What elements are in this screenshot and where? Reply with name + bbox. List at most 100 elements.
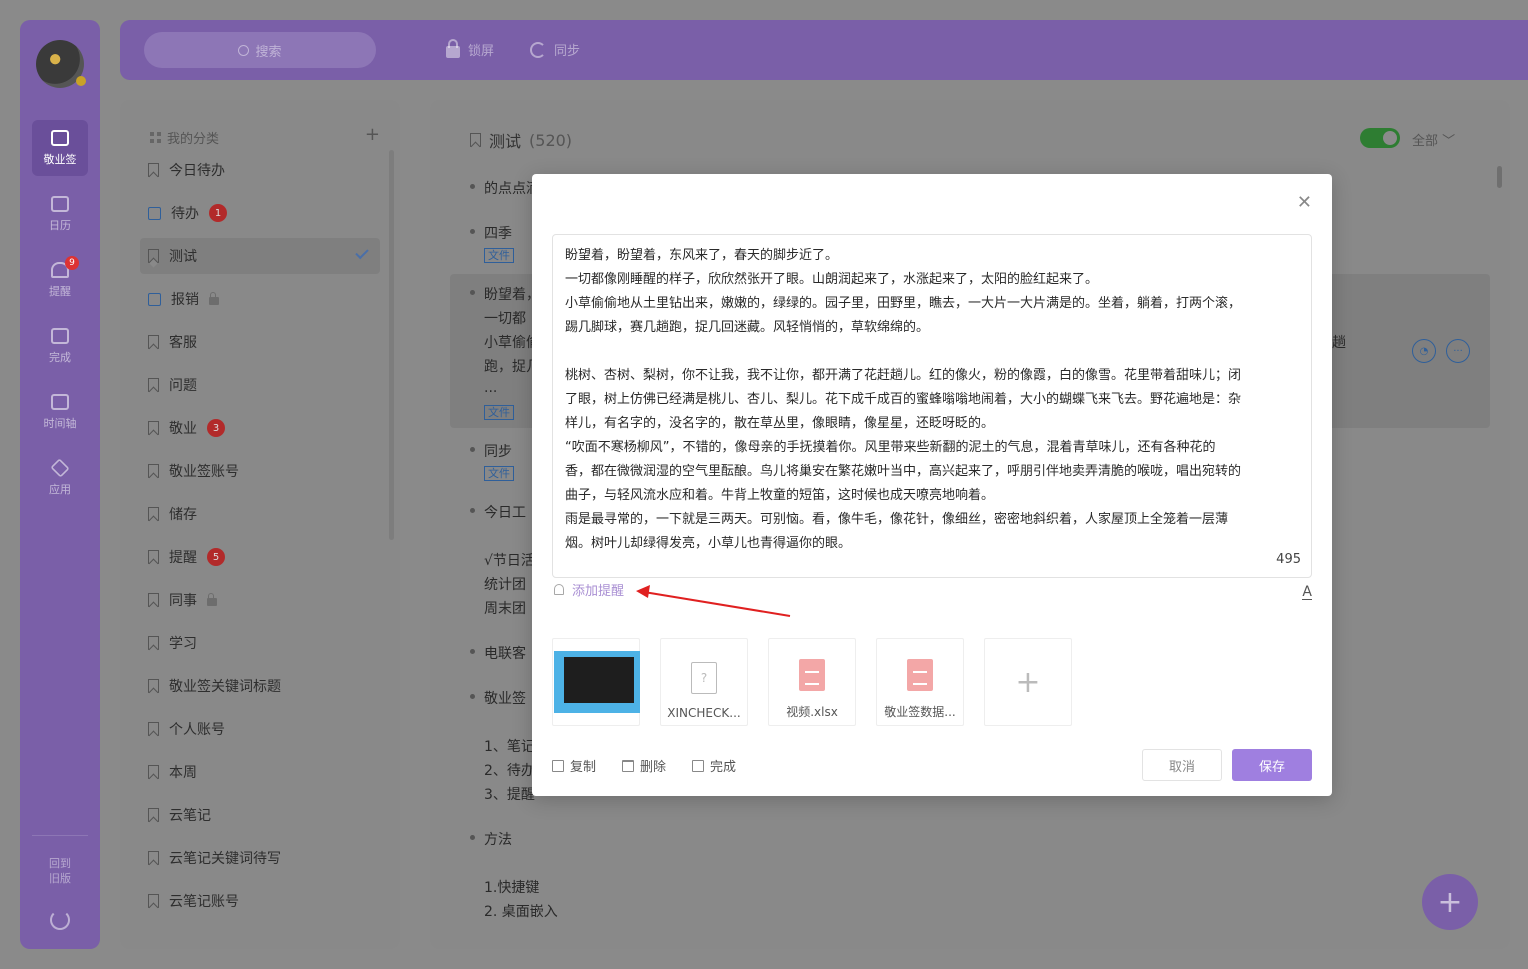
attachment-name: 敬业签数据...	[884, 705, 956, 719]
cancel-button[interactable]: 取消	[1142, 749, 1222, 781]
bookmark-icon	[148, 249, 159, 263]
search-input[interactable]: 搜索	[144, 32, 376, 68]
rail-item-notes[interactable]: 敬业签	[32, 120, 88, 176]
category-item[interactable]: 敬业 3	[140, 410, 380, 446]
bookmark-icon	[148, 765, 159, 779]
show-toggle[interactable]	[1360, 128, 1400, 148]
lock-icon	[209, 292, 219, 305]
image-thumbnail	[554, 651, 640, 713]
editor-line: “吹面不寒杨柳风”，不错的，像母亲的手抚摸着你。风里带来些新翻的泥土的气息，混着…	[565, 440, 1216, 455]
add-attachment-button[interactable]: +	[984, 638, 1072, 726]
category-item[interactable]: 敬业签关键词标题	[140, 668, 380, 704]
category-item[interactable]: 报销	[140, 281, 380, 317]
char-count: 495	[1276, 552, 1301, 567]
notes-scrollbar[interactable]	[1497, 166, 1502, 188]
rail-item-apps[interactable]: 应用	[32, 450, 88, 506]
font-format-icon[interactable]: A	[1302, 585, 1312, 600]
timeline-icon	[51, 393, 69, 410]
add-note-fab[interactable]: +	[1422, 874, 1478, 930]
add-reminder-button[interactable]: 添加提醒	[554, 580, 624, 599]
category-item[interactable]: 本周	[140, 754, 380, 790]
power-icon[interactable]	[50, 910, 70, 930]
spreadsheet-icon	[799, 659, 825, 691]
notes-count: (520)	[529, 130, 573, 150]
category-item[interactable]: 提醒 5	[140, 539, 380, 575]
note-text: 2. 桌面嵌入	[484, 904, 558, 920]
category-item[interactable]: 学习	[140, 625, 380, 661]
rail-item-done[interactable]: 完成	[32, 318, 88, 374]
complete-button[interactable]: 完成	[692, 756, 736, 775]
note-text[interactable]: 四季	[484, 223, 512, 243]
category-item[interactable]: 云笔记	[140, 797, 380, 833]
avatar[interactable]	[36, 40, 86, 88]
file-tag[interactable]: 文件	[484, 405, 514, 420]
lock-icon	[207, 593, 217, 606]
copy-label: 复制	[570, 760, 597, 775]
rail-item-timeline[interactable]: 时间轴	[32, 384, 88, 440]
rail-label: 提醒	[49, 284, 71, 298]
note-text: 周末团	[484, 601, 526, 617]
category-item[interactable]: 待办 1	[140, 195, 380, 231]
save-button[interactable]: 保存	[1232, 749, 1312, 781]
rail-item-reminder[interactable]: 9 提醒	[32, 252, 88, 308]
copy-button[interactable]: 复制	[552, 756, 596, 775]
note-editor[interactable]: 盼望着，盼望着，东风来了，春天的脚步近了。 一切都像刚睡醒的样子，欣欣然张开了眼…	[552, 234, 1312, 578]
back-to-old-version-button[interactable]: 回到 旧版	[32, 835, 88, 905]
editor-line	[565, 340, 1299, 364]
bell-icon	[554, 584, 564, 595]
file-tag[interactable]: 文件	[484, 248, 514, 263]
category-label: 客服	[169, 335, 197, 351]
attachment-file[interactable]: ? XINCHECK...	[660, 638, 748, 726]
bookmark-icon	[148, 894, 159, 908]
note-text[interactable]: 今日工	[484, 502, 526, 522]
category-scrollbar[interactable]	[389, 150, 394, 540]
category-label: 云笔记关键词待写	[169, 851, 281, 867]
note-text[interactable]: 敬业签	[484, 688, 526, 708]
delete-button[interactable]: 删除	[622, 756, 666, 775]
category-label: 提醒	[169, 550, 197, 566]
category-item[interactable]: 客服	[140, 324, 380, 360]
cloud-note-icon	[51, 129, 69, 146]
note-text[interactable]: 方法	[484, 829, 512, 849]
category-item[interactable]: 测试	[140, 238, 380, 274]
note-text: 统计团	[484, 577, 526, 593]
sync-button[interactable]: 同步	[530, 40, 580, 59]
category-label: 云笔记账号	[169, 894, 239, 910]
category-item[interactable]: 今日待办	[140, 152, 380, 188]
attachment-file[interactable]: 视频.xlsx	[768, 638, 856, 726]
note-text[interactable]: 同步	[484, 441, 512, 461]
category-item[interactable]: 云笔记账号	[140, 883, 380, 919]
file-tag[interactable]: 文件	[484, 466, 514, 481]
notes-header: 测试 (520)	[470, 128, 572, 152]
note-bullet	[470, 290, 475, 295]
note-text: √节日活	[484, 553, 535, 569]
attachment-file[interactable]: 敬业签数据...	[876, 638, 964, 726]
category-item[interactable]: 储存	[140, 496, 380, 532]
attachment-name: 视频.xlsx	[786, 705, 838, 719]
category-label: 报销	[171, 292, 199, 308]
category-item[interactable]: 云笔记关键词待写	[140, 840, 380, 876]
category-panel: 我的分类 + 今日待办 待办 1 测试 报销 客服 问题 敬业 3 敬业签账号 储存…	[120, 100, 400, 949]
close-icon[interactable]: ✕	[1297, 192, 1312, 213]
attachment-image[interactable]	[552, 638, 640, 726]
category-item[interactable]: 敬业签账号	[140, 453, 380, 489]
reminder-icon[interactable]: ◔	[1412, 339, 1436, 363]
category-item[interactable]: 个人账号	[140, 711, 380, 747]
editor-line: 曲子，与轻风流水应和着。牛背上牧童的短笛，这时候也成天嘹亮地响着。	[565, 488, 995, 503]
category-item[interactable]: 问题	[140, 367, 380, 403]
category-item[interactable]: 同事	[140, 582, 380, 618]
more-icon[interactable]: ···	[1446, 339, 1470, 363]
note-text[interactable]: 电联客	[484, 643, 526, 663]
sync-icon	[530, 41, 546, 58]
cube-icon	[50, 457, 70, 478]
add-category-button[interactable]: +	[365, 124, 380, 145]
copy-icon	[552, 759, 564, 772]
top-bar: 搜索 锁屏 同步	[120, 20, 1528, 80]
editor-line: 一切都像刚睡醒的样子，欣欣然张开了眼。山朗润起来了，水涨起来了，太阳的脸红起来了…	[565, 272, 1099, 287]
bookmark-icon	[148, 335, 159, 349]
category-label: 敬业签关键词标题	[169, 679, 281, 695]
filter-dropdown[interactable]: 全部 ﹀	[1412, 130, 1455, 149]
rail-item-calendar[interactable]: 日历	[32, 186, 88, 242]
lock-screen-button[interactable]: 锁屏	[446, 38, 494, 59]
checkbox-icon	[692, 759, 704, 772]
